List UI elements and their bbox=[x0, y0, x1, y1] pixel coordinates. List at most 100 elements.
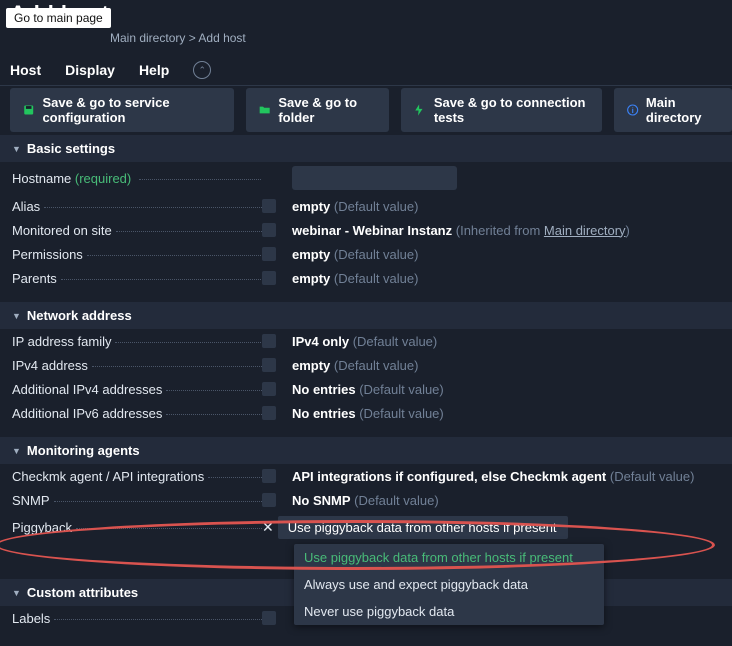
labels-checkbox[interactable] bbox=[262, 611, 276, 625]
row-checkmk-agent: Checkmk agent / API integrations API int… bbox=[0, 464, 732, 488]
piggyback-option-always[interactable]: Always use and expect piggyback data bbox=[294, 571, 604, 598]
parents-label: Parents bbox=[12, 271, 262, 286]
addv6-default: (Default value) bbox=[359, 406, 444, 421]
save-folder-button[interactable]: Save & go to folder bbox=[246, 88, 389, 132]
checkmk-default: (Default value) bbox=[610, 469, 695, 484]
row-add-ipv4: Additional IPv4 addresses No entries (De… bbox=[0, 377, 732, 401]
snmp-value: No SNMP bbox=[292, 493, 351, 508]
save-service-config-button[interactable]: Save & go to service configuration bbox=[10, 88, 234, 132]
addv6-value: No entries bbox=[292, 406, 356, 421]
bolt-icon bbox=[413, 102, 426, 118]
alias-checkbox[interactable] bbox=[262, 199, 276, 213]
row-piggyback: Piggyback ✕ Use piggyback data from othe… bbox=[0, 512, 732, 543]
parents-default: (Default value) bbox=[334, 271, 419, 286]
breadcrumb-current: Add host bbox=[198, 31, 245, 45]
ipfam-label: IP address family bbox=[12, 334, 262, 349]
parents-checkbox[interactable] bbox=[262, 271, 276, 285]
collapse-icon: ▼ bbox=[12, 144, 21, 154]
permissions-label: Permissions bbox=[12, 247, 262, 262]
row-add-ipv6: Additional IPv6 addresses No entries (De… bbox=[0, 401, 732, 425]
row-ipv4: IPv4 address empty (Default value) bbox=[0, 353, 732, 377]
parents-value: empty bbox=[292, 271, 330, 286]
piggyback-option-present[interactable]: Use piggyback data from other hosts if p… bbox=[294, 544, 604, 571]
monitored-close: ) bbox=[626, 223, 630, 238]
hostname-label-text: Hostname bbox=[12, 171, 71, 186]
info-icon: i bbox=[626, 102, 639, 118]
hostname-label: Hostname (required) bbox=[12, 171, 262, 186]
piggyback-option-never[interactable]: Never use piggyback data bbox=[294, 598, 604, 625]
collapse-icon: ▼ bbox=[12, 311, 21, 321]
scroll-top-icon[interactable]: ⌃ bbox=[193, 61, 211, 79]
addv6-label: Additional IPv6 addresses bbox=[12, 406, 262, 421]
menu-bar: Host Display Help ⌃ bbox=[0, 55, 732, 86]
ipv4-default: (Default value) bbox=[334, 358, 419, 373]
monitored-checkbox[interactable] bbox=[262, 223, 276, 237]
monitored-label: Monitored on site bbox=[12, 223, 262, 238]
addv4-label: Additional IPv4 addresses bbox=[12, 382, 262, 397]
hostname-input[interactable] bbox=[292, 166, 457, 190]
collapse-icon: ▼ bbox=[12, 588, 21, 598]
section-basic-title: Basic settings bbox=[27, 141, 115, 156]
checkmk-label: Checkmk agent / API integrations bbox=[12, 469, 262, 484]
menu-host[interactable]: Host bbox=[10, 62, 41, 78]
tooltip-main-page: Go to main page bbox=[6, 8, 111, 28]
addv4-checkbox[interactable] bbox=[262, 382, 276, 396]
hostname-required: (required) bbox=[75, 171, 131, 186]
save-icon bbox=[22, 102, 35, 118]
snmp-label: SNMP bbox=[12, 493, 262, 508]
piggyback-dropdown-menu: Use piggyback data from other hosts if p… bbox=[294, 544, 604, 625]
menu-help[interactable]: Help bbox=[139, 62, 169, 78]
ipfam-value: IPv4 only bbox=[292, 334, 349, 349]
row-parents: Parents empty (Default value) bbox=[0, 266, 732, 290]
save-connection-tests-button[interactable]: Save & go to connection tests bbox=[401, 88, 601, 132]
section-monitoring-agents[interactable]: ▼ Monitoring agents bbox=[0, 437, 732, 464]
ipfam-checkbox[interactable] bbox=[262, 334, 276, 348]
section-basic-settings[interactable]: ▼ Basic settings bbox=[0, 135, 732, 162]
alias-label: Alias bbox=[12, 199, 262, 214]
checkmk-checkbox[interactable] bbox=[262, 469, 276, 483]
piggyback-dropdown[interactable]: Use piggyback data from other hosts if p… bbox=[278, 516, 568, 539]
addv6-checkbox[interactable] bbox=[262, 406, 276, 420]
save-connection-label: Save & go to connection tests bbox=[434, 95, 590, 125]
section-network-title: Network address bbox=[27, 308, 132, 323]
addv4-default: (Default value) bbox=[359, 382, 444, 397]
checkmk-value: API integrations if configured, else Che… bbox=[292, 469, 606, 484]
alias-value: empty bbox=[292, 199, 330, 214]
ipv4-checkbox[interactable] bbox=[262, 358, 276, 372]
permissions-default: (Default value) bbox=[334, 247, 419, 262]
clear-icon[interactable]: ✕ bbox=[262, 519, 274, 536]
ipv4-value: empty bbox=[292, 358, 330, 373]
row-alias: Alias empty (Default value) bbox=[0, 194, 732, 218]
row-permissions: Permissions empty (Default value) bbox=[0, 242, 732, 266]
svg-text:i: i bbox=[631, 106, 633, 115]
folder-icon bbox=[258, 102, 271, 118]
permissions-value: empty bbox=[292, 247, 330, 262]
monitored-link[interactable]: Main directory bbox=[544, 223, 626, 238]
row-snmp: SNMP No SNMP (Default value) bbox=[0, 488, 732, 512]
save-folder-label: Save & go to folder bbox=[278, 95, 377, 125]
main-directory-label: Main directory bbox=[646, 95, 720, 125]
monitored-inherited: (Inherited from bbox=[456, 223, 544, 238]
section-network-address[interactable]: ▼ Network address bbox=[0, 302, 732, 329]
breadcrumb: Main directory > Add host bbox=[110, 31, 246, 45]
addv4-value: No entries bbox=[292, 382, 356, 397]
main-directory-button[interactable]: i Main directory bbox=[614, 88, 732, 132]
permissions-checkbox[interactable] bbox=[262, 247, 276, 261]
section-agents-title: Monitoring agents bbox=[27, 443, 140, 458]
piggyback-label: Piggyback bbox=[12, 520, 262, 535]
content-area: ▼ Basic settings Hostname (required) Ali… bbox=[0, 135, 732, 630]
action-bar: Save & go to service configuration Save … bbox=[10, 88, 732, 132]
snmp-default: (Default value) bbox=[354, 493, 439, 508]
alias-default: (Default value) bbox=[334, 199, 419, 214]
snmp-checkbox[interactable] bbox=[262, 493, 276, 507]
breadcrumb-separator: > bbox=[189, 31, 196, 45]
section-custom-title: Custom attributes bbox=[27, 585, 138, 600]
labels-label: Labels bbox=[12, 611, 262, 626]
row-ip-family: IP address family IPv4 only (Default val… bbox=[0, 329, 732, 353]
ipv4-label: IPv4 address bbox=[12, 358, 262, 373]
save-service-config-label: Save & go to service configuration bbox=[42, 95, 222, 125]
breadcrumb-link-main[interactable]: Main directory bbox=[110, 31, 185, 45]
ipfam-default: (Default value) bbox=[353, 334, 438, 349]
row-hostname: Hostname (required) bbox=[0, 162, 732, 194]
menu-display[interactable]: Display bbox=[65, 62, 115, 78]
